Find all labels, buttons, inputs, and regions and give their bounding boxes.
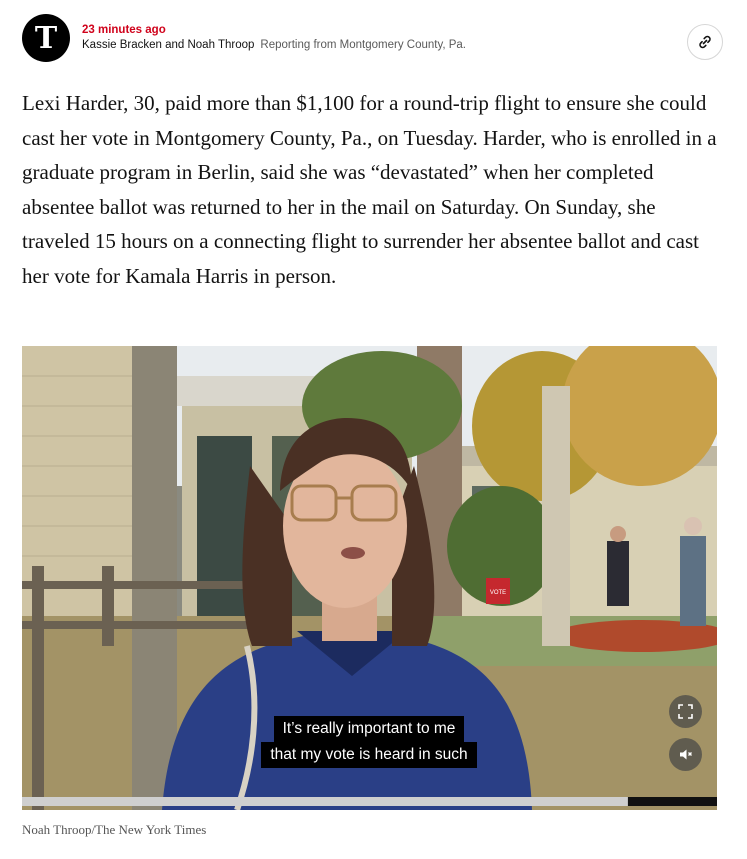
- video-progress-bar[interactable]: [22, 797, 717, 806]
- byline-row: Kassie Bracken and Noah Throop Reporting …: [82, 37, 466, 53]
- byline: 23 minutes ago Kassie Bracken and Noah T…: [82, 23, 466, 53]
- yard-sign: VOTE: [490, 590, 506, 596]
- nyt-logo: T: [22, 14, 70, 62]
- article-paragraph: Lexi Harder, 30, paid more than $1,100 f…: [22, 91, 717, 288]
- fullscreen-button[interactable]: [669, 695, 702, 728]
- progress-fill: [22, 797, 627, 806]
- link-icon: [699, 35, 711, 49]
- mute-icon: [680, 749, 692, 760]
- article-header: T 23 minutes ago Kassie Bracken and Noah…: [22, 14, 725, 64]
- authors[interactable]: Kassie Bracken and Noah Throop: [82, 39, 254, 51]
- progress-remaining: [628, 797, 717, 806]
- caption-line: that my vote is heard in such: [261, 742, 477, 768]
- photo-credit: Noah Throop/The New York Times: [22, 822, 207, 837]
- mute-button[interactable]: [669, 738, 702, 771]
- copy-link-button[interactable]: [687, 24, 723, 60]
- reporting-location: Reporting from Montgomery County, Pa.: [260, 39, 467, 51]
- video-captions: It’s really important to me that my vote…: [245, 716, 493, 768]
- caption-line: It’s really important to me: [273, 716, 465, 742]
- fullscreen-icon: [678, 704, 693, 719]
- timestamp: 23 minutes ago: [82, 24, 166, 36]
